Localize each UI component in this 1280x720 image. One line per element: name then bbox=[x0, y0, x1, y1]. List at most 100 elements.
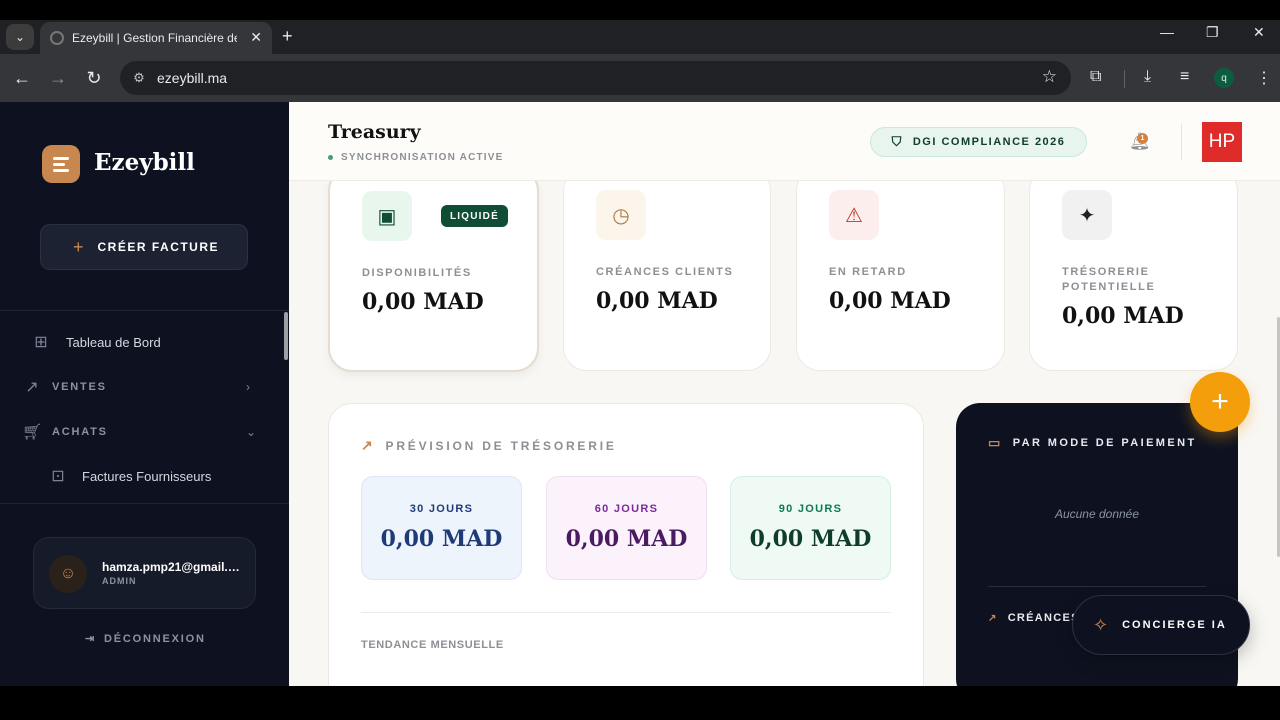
kpi-card-disponibilites[interactable]: ▣ LIQUIDÉ DISPONIBILITÉS 0,00 MAD bbox=[328, 167, 539, 372]
kpi-value: 0,00 MAD bbox=[362, 289, 484, 315]
sparkle-icon: ✧ bbox=[1093, 614, 1109, 635]
period-value: 0,00 MAD bbox=[380, 526, 503, 552]
sync-status-label: SYNCHRONISATION ACTIVE bbox=[341, 152, 504, 163]
kpi-value: 0,00 MAD bbox=[596, 288, 718, 314]
payment-mode-title: ▭ PAR MODE DE PAIEMENT bbox=[988, 435, 1197, 451]
sidebar-item-achats[interactable]: 🛒︎ ACHATS ⌄ bbox=[0, 422, 289, 442]
profile-avatar[interactable]: q bbox=[1214, 68, 1234, 88]
sidebar-item-dashboard[interactable]: ⊞ Tableau de Bord bbox=[0, 332, 289, 352]
kpi-card-creances-clients[interactable]: ◷ CRÉANCES CLIENTS 0,00 MAD bbox=[563, 167, 771, 371]
new-tab-icon[interactable]: + bbox=[282, 26, 293, 47]
browser-tab[interactable]: Ezeybill | Gestion Financière de ✕ bbox=[40, 22, 272, 54]
sync-status: SYNCHRONISATION ACTIVE bbox=[328, 152, 504, 163]
back-icon[interactable]: ← bbox=[10, 66, 34, 90]
logout-button[interactable]: ⇥ DÉCONNEXION bbox=[85, 632, 206, 646]
forecast-period-90[interactable]: 90 JOURS 0,00 MAD bbox=[730, 476, 891, 580]
brand-name: Ezeybill bbox=[94, 149, 195, 176]
close-tab-icon[interactable]: ✕ bbox=[250, 29, 262, 46]
chevron-down-icon: ⌄ bbox=[246, 425, 257, 439]
forecast-card: ↗ PRÉVISION DE TRÉSORERIE 30 JOURS 0,00 … bbox=[328, 403, 924, 686]
credit-card-icon: ▭ bbox=[988, 435, 1003, 450]
extensions-icon[interactable]: ⧉ bbox=[1090, 68, 1101, 86]
trend-icon: ↗ bbox=[25, 379, 39, 396]
brand-logo-icon bbox=[42, 145, 80, 183]
kpi-card-tresorerie-potentielle[interactable]: ✦ TRÉSORERIE POTENTIELLE 0,00 MAD bbox=[1029, 167, 1238, 371]
period-label: 60 JOURS bbox=[594, 503, 659, 515]
site-settings-icon[interactable]: ⚙ bbox=[130, 69, 148, 87]
sidebar-divider bbox=[0, 310, 289, 311]
create-invoice-label: CRÉER FACTURE bbox=[97, 240, 220, 254]
header-separator bbox=[1181, 124, 1182, 160]
logout-icon: ⇥ bbox=[85, 633, 97, 645]
empty-state: Aucune donnée bbox=[1054, 507, 1140, 521]
kpi-value: 0,00 MAD bbox=[1062, 303, 1184, 329]
sidebar-item-label: ACHATS bbox=[52, 426, 108, 438]
kpi-value: 0,00 MAD bbox=[829, 288, 951, 314]
alert-icon: ⚠ bbox=[829, 190, 879, 240]
sidebar-item-label: VENTES bbox=[52, 381, 107, 393]
clock-icon: ◷ bbox=[596, 190, 646, 240]
chevron-right-icon: › bbox=[246, 380, 250, 394]
browser-toolbar: ← → ↻ ⚙ ezeybill.ma ☆ ⧉ ⤓ ≡ q ⋮ bbox=[0, 54, 1280, 102]
payment-mode-divider bbox=[988, 586, 1206, 587]
logout-label: DÉCONNEXION bbox=[104, 632, 206, 645]
bag-icon: ⊡ bbox=[51, 468, 65, 485]
concierge-ia-button[interactable]: ✧ CONCIERGE IA bbox=[1072, 595, 1250, 655]
forecast-title-label: PRÉVISION DE TRÉSORERIE bbox=[385, 438, 617, 453]
address-bar[interactable]: ⚙ ezeybill.ma ☆ bbox=[120, 61, 1071, 95]
notification-count-badge: 1 bbox=[1137, 133, 1148, 144]
sidebar: Ezeybill + CRÉER FACTURE ⊞ Tableau de Bo… bbox=[0, 102, 289, 686]
add-fab-button[interactable]: + bbox=[1190, 372, 1250, 432]
toolbar-separator bbox=[1124, 70, 1125, 88]
user-email: hamza.pmp21@gmail.com bbox=[102, 560, 242, 574]
close-window-icon[interactable]: ✕ bbox=[1253, 24, 1265, 41]
media-control-icon[interactable]: ≡ bbox=[1180, 68, 1189, 86]
trend-label: TENDANCE MENSUELLE bbox=[361, 639, 504, 651]
compliance-badge[interactable]: ⛉ DGI COMPLIANCE 2026 bbox=[870, 127, 1087, 157]
browser-menu-icon[interactable]: ⋮ bbox=[1256, 68, 1272, 88]
bookmark-star-icon[interactable]: ☆ bbox=[1042, 67, 1057, 87]
kpi-label: DISPONIBILITÉS bbox=[362, 267, 472, 279]
grid-icon: ⊞ bbox=[34, 334, 48, 351]
kpi-label: TRÉSORERIE POTENTIELLE bbox=[1062, 266, 1156, 293]
payment-mode-title-label: PAR MODE DE PAIEMENT bbox=[1012, 437, 1197, 449]
download-icon[interactable]: ⤓ bbox=[1144, 68, 1151, 86]
sidebar-scrollbar[interactable] bbox=[284, 312, 288, 360]
compliance-badge-label: DGI COMPLIANCE 2026 bbox=[912, 136, 1066, 148]
period-value: 0,00 MAD bbox=[565, 526, 688, 552]
wallet-icon: ▣ bbox=[362, 191, 412, 241]
trend-up-icon: ↗ bbox=[361, 437, 376, 453]
plus-icon: + bbox=[73, 236, 84, 257]
kpi-label: EN RETARD bbox=[829, 266, 907, 278]
forecast-divider bbox=[361, 612, 891, 613]
user-role: ADMIN bbox=[102, 576, 137, 586]
minimize-icon[interactable]: — bbox=[1160, 24, 1174, 40]
user-card[interactable]: ☺ hamza.pmp21@gmail.com ADMIN bbox=[33, 537, 256, 609]
kpi-card-en-retard[interactable]: ⚠ EN RETARD 0,00 MAD bbox=[796, 167, 1005, 371]
period-label: 30 JOURS bbox=[409, 503, 474, 515]
create-invoice-button[interactable]: + CRÉER FACTURE bbox=[40, 224, 248, 270]
company-logo[interactable]: HP bbox=[1202, 122, 1242, 162]
restore-icon[interactable]: ❐ bbox=[1206, 24, 1219, 41]
sparkle-icon: ✦ bbox=[1062, 190, 1112, 240]
tab-favicon-icon bbox=[50, 31, 64, 45]
browser-tab-bar: ⌄ Ezeybill | Gestion Financière de ✕ + —… bbox=[0, 20, 1280, 54]
sidebar-divider bbox=[0, 503, 289, 504]
arrow-up-right-icon: ↗ bbox=[988, 612, 998, 624]
page-header: Treasury SYNCHRONISATION ACTIVE ⛉ DGI CO… bbox=[289, 102, 1280, 181]
reload-icon[interactable]: ↻ bbox=[82, 66, 106, 90]
concierge-label: CONCIERGE IA bbox=[1122, 619, 1227, 631]
tab-search-icon[interactable]: ⌄ bbox=[6, 24, 34, 50]
forecast-period-60[interactable]: 60 JOURS 0,00 MAD bbox=[546, 476, 707, 580]
creances-subtitle: ↗ CRÉANCES bbox=[988, 612, 1080, 624]
sidebar-item-factures-fournisseurs[interactable]: ⊡ Factures Fournisseurs bbox=[0, 466, 289, 486]
forward-icon[interactable]: → bbox=[46, 66, 70, 90]
period-value: 0,00 MAD bbox=[749, 526, 872, 552]
creances-subtitle-label: CRÉANCES bbox=[1007, 612, 1080, 624]
period-label: 90 JOURS bbox=[778, 503, 843, 515]
forecast-period-30[interactable]: 30 JOURS 0,00 MAD bbox=[361, 476, 522, 580]
sidebar-item-ventes[interactable]: ↗ VENTES › bbox=[0, 377, 289, 397]
forecast-title: ↗ PRÉVISION DE TRÉSORERIE bbox=[361, 437, 617, 454]
status-dot-icon bbox=[328, 155, 333, 160]
page-title: Treasury bbox=[328, 121, 421, 143]
